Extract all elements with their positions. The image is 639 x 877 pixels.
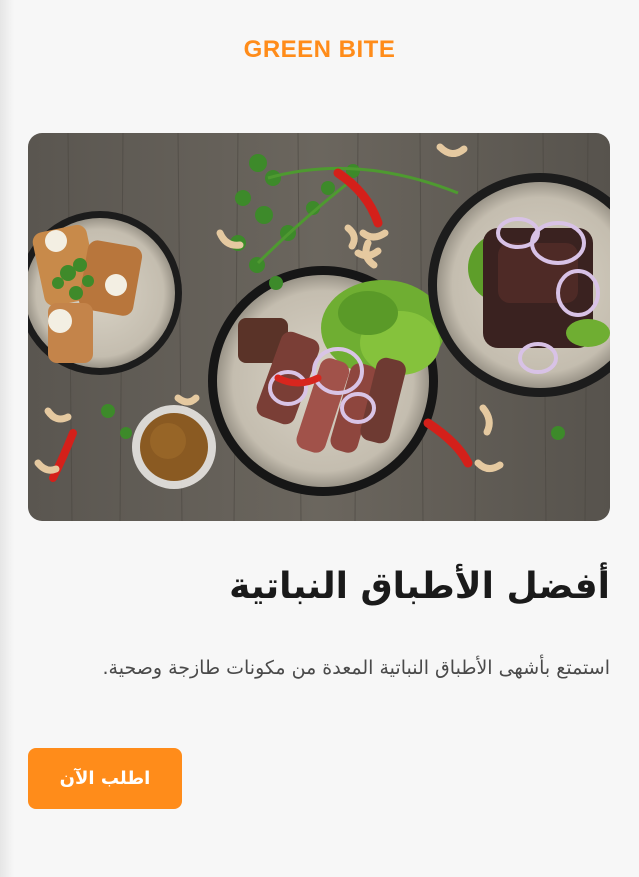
food-photo bbox=[28, 133, 610, 521]
brand-logo-text[interactable]: GREEN BITE bbox=[0, 36, 639, 64]
page-title: أفضل الأطباق النباتية bbox=[229, 566, 610, 607]
order-now-button[interactable]: اطلب الآن bbox=[28, 748, 182, 809]
page-edge-shadow bbox=[0, 0, 14, 877]
hero-image bbox=[28, 133, 610, 521]
description-text: استمتع بأشهى الأطباق النباتية المعدة من … bbox=[102, 657, 611, 679]
